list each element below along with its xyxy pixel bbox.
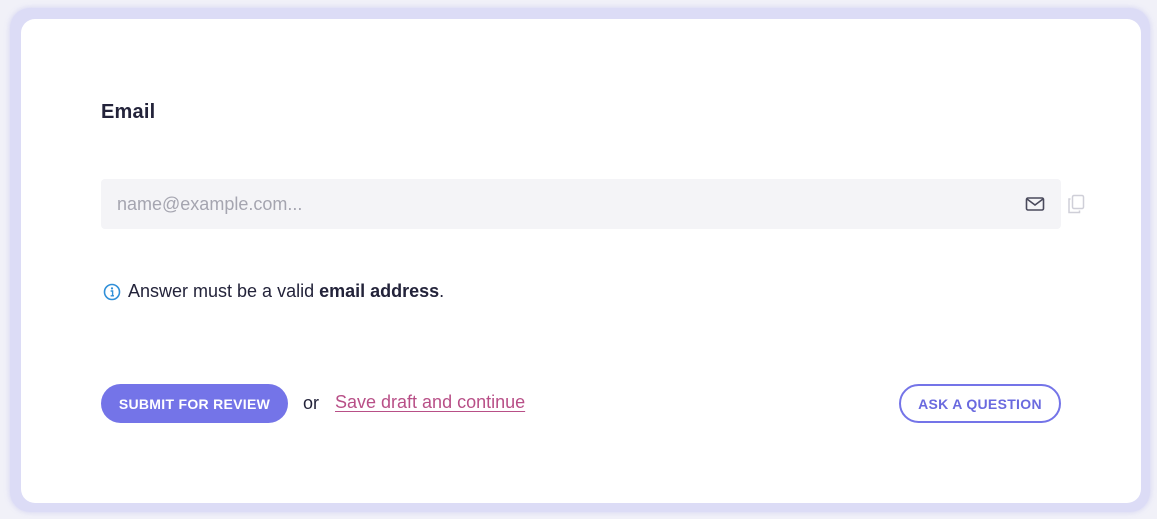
- email-field-wrapper: [101, 179, 1061, 229]
- question-card: Email Answer must be a valid email addre…: [21, 19, 1141, 503]
- hint-emphasis: email address: [319, 281, 440, 301]
- mail-icon: [1025, 197, 1045, 211]
- or-separator: or: [303, 393, 320, 413]
- question-label: Email: [101, 101, 156, 123]
- info-icon: [103, 283, 121, 300]
- submit-for-review-button[interactable]: SUBMIT FOR REVIEW: [101, 384, 288, 423]
- validation-hint: Answer must be a valid email address .: [103, 281, 444, 302]
- save-draft-link[interactable]: Save draft and continue: [335, 392, 525, 413]
- copy-icon[interactable]: [1067, 194, 1085, 214]
- hint-suffix: .: [439, 281, 445, 301]
- ask-question-button[interactable]: ASK A QUESTION: [899, 384, 1061, 423]
- email-input[interactable]: [101, 179, 1017, 229]
- hint-text: Answer must be a valid: [128, 281, 315, 301]
